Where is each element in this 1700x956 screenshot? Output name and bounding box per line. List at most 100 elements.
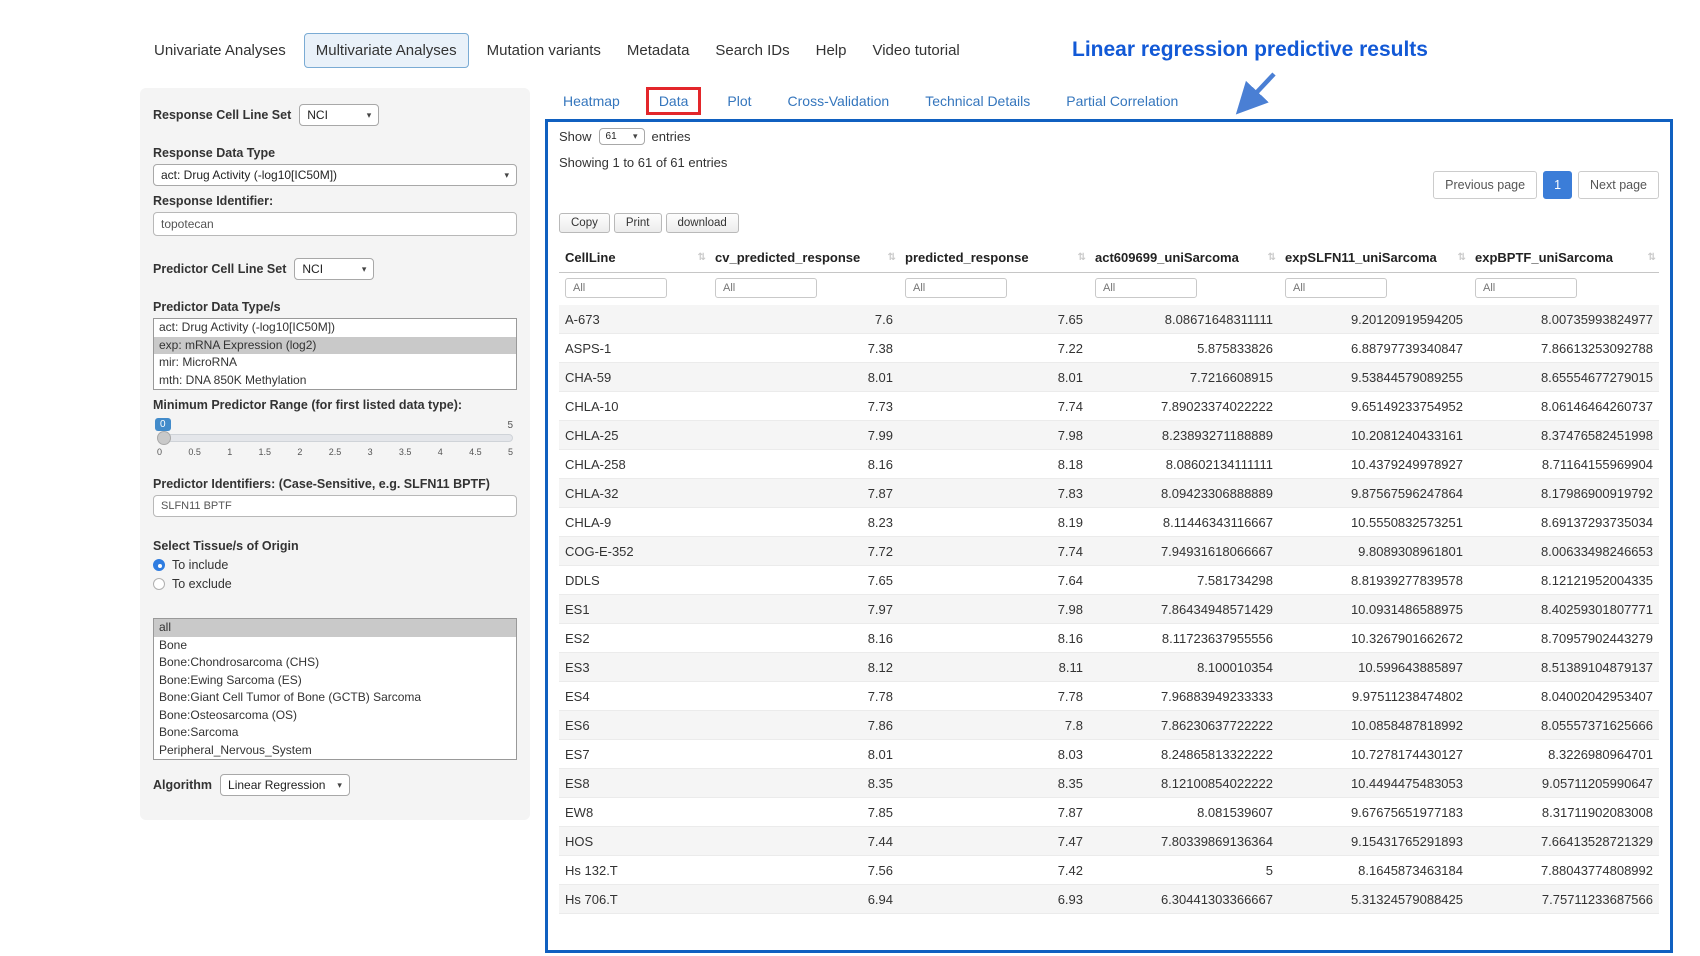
sort-icon[interactable]: ⇅ bbox=[1078, 252, 1086, 263]
slider-tick-label: 3 bbox=[368, 447, 373, 457]
min-predictor-range-slider[interactable]: 0 5 00.511.522.533.544.55 bbox=[157, 434, 513, 457]
sort-icon[interactable]: ⇅ bbox=[888, 252, 896, 263]
table-row[interactable]: EW87.857.878.0815396079.676756519771838.… bbox=[559, 798, 1659, 827]
listbox-option[interactable]: Bone:Osteosarcoma (OS) bbox=[154, 707, 516, 725]
table-row[interactable]: ES38.128.118.10001035410.5996438858978.5… bbox=[559, 653, 1659, 682]
export-button[interactable]: Print bbox=[614, 213, 662, 233]
value-cell: 8.81939277839578 bbox=[1279, 566, 1469, 595]
table-row[interactable]: CHLA-327.877.838.094233068888899.8756759… bbox=[559, 479, 1659, 508]
predictor-identifiers-input[interactable] bbox=[153, 495, 517, 517]
export-button[interactable]: download bbox=[666, 213, 739, 233]
table-row[interactable]: HOS7.447.477.803398691363649.15431765291… bbox=[559, 827, 1659, 856]
value-cell: 7.66413528721329 bbox=[1469, 827, 1659, 856]
table-row[interactable]: ES17.977.987.8643494857142910.0931486588… bbox=[559, 595, 1659, 624]
nav-tab[interactable]: Multivariate Analyses bbox=[304, 33, 469, 68]
radio-to-include[interactable]: To include bbox=[153, 558, 517, 572]
table-row[interactable]: CHLA-2588.168.188.0860213411111110.43792… bbox=[559, 450, 1659, 479]
response-data-type-select[interactable]: act: Drug Activity (-log10[IC50M]) ▾ bbox=[153, 164, 517, 186]
value-cell: 7.56 bbox=[709, 856, 899, 885]
table-row[interactable]: Hs 132.T7.567.4258.16458734631847.880437… bbox=[559, 856, 1659, 885]
table-row[interactable]: ES67.867.87.8623063772222210.08584878189… bbox=[559, 711, 1659, 740]
value-cell: 8.40259301807771 bbox=[1469, 595, 1659, 624]
table-row[interactable]: ES88.358.358.1210085402222210.4494475483… bbox=[559, 769, 1659, 798]
predictor-data-types-listbox[interactable]: act: Drug Activity (-log10[IC50M]) exp: … bbox=[153, 318, 517, 390]
sort-icon[interactable]: ⇅ bbox=[1458, 252, 1466, 263]
radio-to-exclude[interactable]: To exclude bbox=[153, 577, 517, 591]
export-button[interactable]: Copy bbox=[559, 213, 610, 233]
table-row[interactable]: ASPS-17.387.225.8758338266.8879773934084… bbox=[559, 334, 1659, 363]
nav-tab[interactable]: Metadata bbox=[619, 34, 698, 67]
table-row[interactable]: ES78.018.038.2486581332222210.7278174430… bbox=[559, 740, 1659, 769]
table-row[interactable]: COG-E-3527.727.747.949316180666679.80893… bbox=[559, 537, 1659, 566]
cellline-cell: ASPS-1 bbox=[559, 334, 709, 363]
tissue-listbox[interactable]: all Bone Bone:Chondrosarcoma (CHS) Bone:… bbox=[153, 618, 517, 760]
result-tab[interactable]: Cross-Validation bbox=[788, 93, 890, 109]
value-cell: 7.7216608915 bbox=[1089, 363, 1279, 392]
column-filter-input[interactable] bbox=[905, 278, 1007, 298]
table-row[interactable]: CHLA-107.737.747.890233740222229.6514923… bbox=[559, 392, 1659, 421]
column-filter-input[interactable] bbox=[715, 278, 817, 298]
value-cell: 7.83 bbox=[899, 479, 1089, 508]
table-row[interactable]: DDLS7.657.647.5817342988.819392778395788… bbox=[559, 566, 1659, 595]
table-row[interactable]: CHLA-98.238.198.1144634311666710.5550832… bbox=[559, 508, 1659, 537]
table-row[interactable]: CHA-598.018.017.72166089159.538445790892… bbox=[559, 363, 1659, 392]
results-table: CellLine⇅cv_predicted_response⇅predicted… bbox=[559, 243, 1659, 914]
value-cell: 7.78 bbox=[899, 682, 1089, 711]
result-tab[interactable]: Plot bbox=[727, 93, 751, 109]
listbox-option[interactable]: Bone:Sarcoma bbox=[154, 724, 516, 742]
table-row[interactable]: CHLA-257.997.988.2389327118888910.208124… bbox=[559, 421, 1659, 450]
sort-icon[interactable]: ⇅ bbox=[1648, 252, 1656, 263]
next-page-button[interactable]: Next page bbox=[1578, 171, 1659, 199]
listbox-option[interactable]: exp: mRNA Expression (log2) bbox=[154, 337, 516, 355]
table-row[interactable]: ES47.787.787.968839492333339.97511238474… bbox=[559, 682, 1659, 711]
listbox-option[interactable]: act: Drug Activity (-log10[IC50M]) bbox=[154, 319, 516, 337]
column-filter-input[interactable] bbox=[1095, 278, 1197, 298]
value-cell: 7.87 bbox=[899, 798, 1089, 827]
column-header[interactable]: predicted_response⇅ bbox=[899, 243, 1089, 273]
sort-icon[interactable]: ⇅ bbox=[1268, 252, 1276, 263]
table-row[interactable]: Hs 706.T6.946.936.304413033666675.313245… bbox=[559, 885, 1659, 914]
response-identifier-input[interactable] bbox=[153, 212, 517, 236]
nav-tab[interactable]: Search IDs bbox=[707, 34, 797, 67]
column-header[interactable]: expBPTF_uniSarcoma⇅ bbox=[1469, 243, 1659, 273]
column-header[interactable]: cv_predicted_response⇅ bbox=[709, 243, 899, 273]
value-cell: 8.06146464260737 bbox=[1469, 392, 1659, 421]
column-filter-input[interactable] bbox=[1475, 278, 1577, 298]
page-number-button[interactable]: 1 bbox=[1543, 171, 1572, 199]
value-cell: 8.11 bbox=[899, 653, 1089, 682]
entries-label: entries bbox=[652, 129, 691, 144]
result-tab[interactable]: Data bbox=[646, 87, 702, 115]
previous-page-button[interactable]: Previous page bbox=[1433, 171, 1537, 199]
result-tab[interactable]: Partial Correlation bbox=[1066, 93, 1178, 109]
table-row[interactable]: A-6737.67.658.086716483111119.2012091959… bbox=[559, 305, 1659, 334]
listbox-option[interactable]: mth: DNA 850K Methylation bbox=[154, 372, 516, 390]
column-filter-input[interactable] bbox=[565, 278, 667, 298]
column-filter-input[interactable] bbox=[1285, 278, 1387, 298]
predictor-cell-line-set-select[interactable]: NCI ▾ bbox=[294, 258, 374, 280]
response-cell-line-set-select[interactable]: NCI ▾ bbox=[299, 104, 379, 126]
nav-tab[interactable]: Video tutorial bbox=[864, 34, 967, 67]
listbox-option[interactable]: Peripheral_Nervous_System bbox=[154, 742, 516, 760]
column-header[interactable]: expSLFN11_uniSarcoma⇅ bbox=[1279, 243, 1469, 273]
sort-icon[interactable]: ⇅ bbox=[698, 252, 706, 263]
listbox-option[interactable]: Bone:Ewing Sarcoma (ES) bbox=[154, 672, 516, 690]
result-tab[interactable]: Technical Details bbox=[925, 93, 1030, 109]
entries-select[interactable]: 61 ▾ bbox=[599, 128, 645, 145]
entries-select-value: 61 bbox=[606, 131, 617, 142]
nav-tab[interactable]: Help bbox=[808, 34, 855, 67]
algorithm-select[interactable]: Linear Regression ▾ bbox=[220, 774, 350, 796]
result-tab[interactable]: Heatmap bbox=[563, 93, 620, 109]
slider-handle[interactable] bbox=[157, 431, 171, 445]
response-identifier-label: Response Identifier: bbox=[153, 194, 517, 208]
listbox-option[interactable]: Bone bbox=[154, 637, 516, 655]
nav-tab[interactable]: Univariate Analyses bbox=[146, 34, 294, 67]
column-header[interactable]: CellLine⇅ bbox=[559, 243, 709, 273]
listbox-option[interactable]: mir: MicroRNA bbox=[154, 354, 516, 372]
listbox-option[interactable]: all bbox=[154, 619, 516, 637]
listbox-option[interactable]: Bone:Giant Cell Tumor of Bone (GCTB) Sar… bbox=[154, 689, 516, 707]
table-row[interactable]: ES28.168.168.1172363795555610.3267901662… bbox=[559, 624, 1659, 653]
nav-tab[interactable]: Mutation variants bbox=[479, 34, 609, 67]
slider-track[interactable] bbox=[157, 434, 513, 442]
listbox-option[interactable]: Bone:Chondrosarcoma (CHS) bbox=[154, 654, 516, 672]
column-header[interactable]: act609699_uniSarcoma⇅ bbox=[1089, 243, 1279, 273]
